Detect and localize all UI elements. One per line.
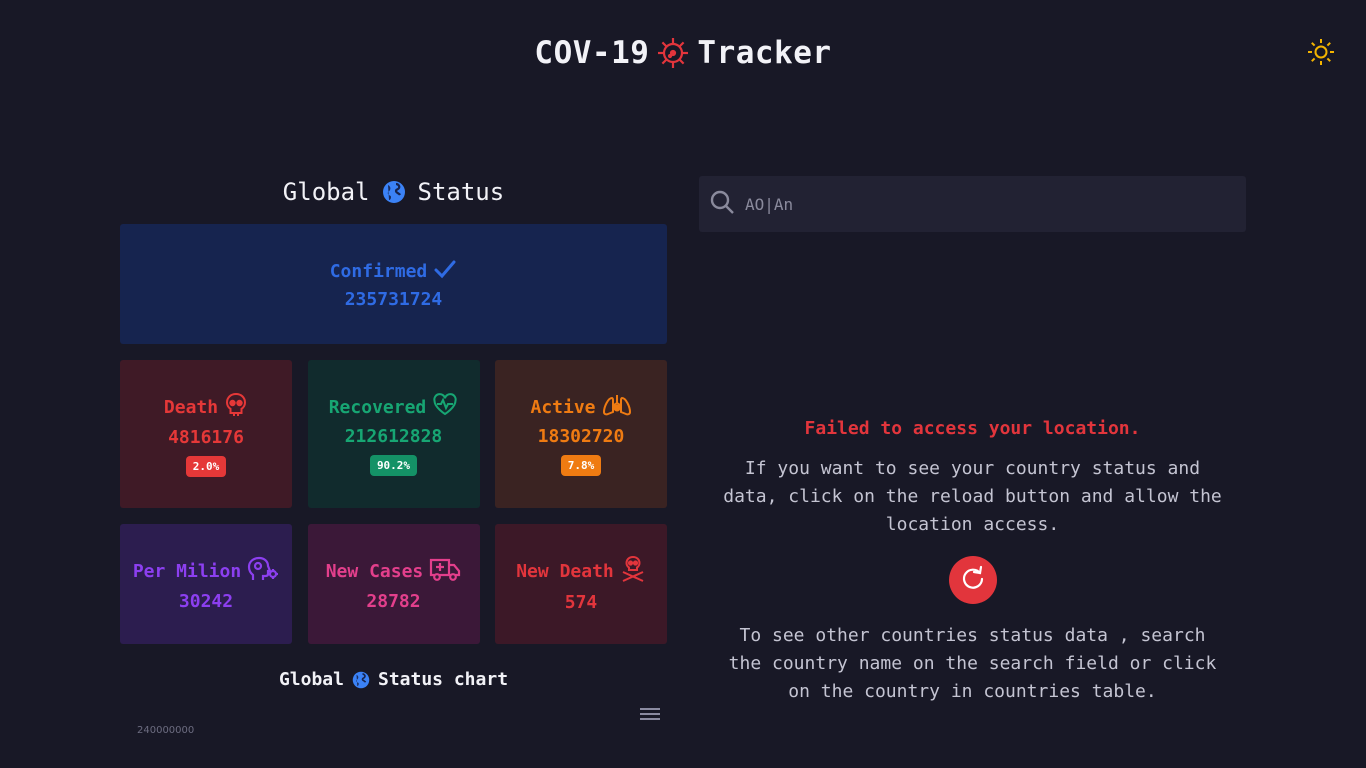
lungs-icon — [602, 393, 632, 422]
confirmed-card: Confirmed 235731724 — [120, 224, 667, 344]
death-percent-badge: 2.0% — [185, 455, 227, 477]
per-million-card: Per Milion 30242 — [120, 524, 292, 644]
skull-icon — [224, 392, 248, 423]
chart-menu-button[interactable] — [640, 708, 660, 724]
per-million-value: 30242 — [178, 591, 234, 612]
search-icon — [709, 189, 735, 219]
status-row-1: Death 4816176 2.0% Recovered 212612828 9… — [120, 360, 667, 508]
recovered-label: Recovered — [328, 396, 427, 418]
death-value: 4816176 — [168, 426, 244, 448]
reload-button[interactable] — [948, 556, 997, 604]
chart-y-tick-label: 240000000 — [137, 725, 195, 736]
chart-title-left: Global — [278, 669, 344, 690]
death-card: Death 4816176 2.0% — [120, 360, 292, 508]
new-cases-card: New Cases 28782 — [307, 524, 480, 644]
new-death-value: 574 — [564, 592, 598, 613]
active-card: Active 18302720 7.8% — [495, 360, 667, 508]
header: COV-19 Tracker — [0, 30, 1366, 76]
global-status-panel: Global Status Confirmed 235731724 Death — [120, 172, 667, 736]
location-message: If you want to see your country status a… — [723, 458, 1222, 535]
active-value: 18302720 — [537, 425, 625, 447]
status-row-2: Per Milion 30242 New Cases 28782 New Dea… — [120, 524, 667, 644]
active-percent-badge: 7.8% — [560, 454, 602, 476]
globe-icon — [352, 671, 370, 689]
check-icon — [433, 258, 457, 285]
recovered-card: Recovered 212612828 90.2% — [307, 360, 480, 508]
head-virus-icon — [247, 556, 279, 587]
search-input[interactable] — [745, 194, 1225, 214]
death-label: Death — [163, 396, 219, 418]
globe-icon — [382, 180, 406, 204]
global-status-title-right: Status — [417, 178, 505, 206]
virus-icon — [655, 35, 691, 71]
country-search[interactable] — [699, 176, 1246, 232]
app-title-left: COV-19 — [534, 35, 650, 71]
location-error-text: Failed to access your location. — [804, 418, 1141, 439]
reload-icon — [960, 565, 986, 595]
heartbeat-icon — [432, 392, 458, 422]
location-hint: To see other countries status data , sea… — [728, 625, 1217, 702]
new-cases-value: 28782 — [366, 591, 421, 612]
new-death-label: New Death — [516, 561, 614, 582]
confirmed-label: Confirmed — [329, 261, 428, 282]
theme-toggle-button[interactable] — [1306, 39, 1336, 69]
skull-crossbones-icon — [620, 555, 646, 588]
recovered-value: 212612828 — [344, 425, 443, 447]
active-label: Active — [530, 396, 596, 418]
confirmed-value: 235731724 — [344, 289, 443, 310]
new-death-card: New Death 574 — [495, 524, 667, 644]
recovered-percent-badge: 90.2% — [369, 454, 418, 476]
chart-title-right: Status chart — [377, 669, 509, 690]
ambulance-icon — [429, 556, 461, 587]
location-panel: Failed to access your location. If you w… — [720, 418, 1225, 706]
new-cases-label: New Cases — [325, 561, 424, 582]
chart-title: Global Status chart — [120, 669, 667, 690]
app-title: COV-19 Tracker — [534, 35, 831, 71]
app-title-right: Tracker — [697, 35, 832, 71]
global-status-title: Global Status — [120, 172, 667, 212]
global-status-title-left: Global — [282, 178, 370, 206]
per-million-label: Per Milion — [132, 561, 242, 582]
sun-icon — [1307, 38, 1335, 70]
